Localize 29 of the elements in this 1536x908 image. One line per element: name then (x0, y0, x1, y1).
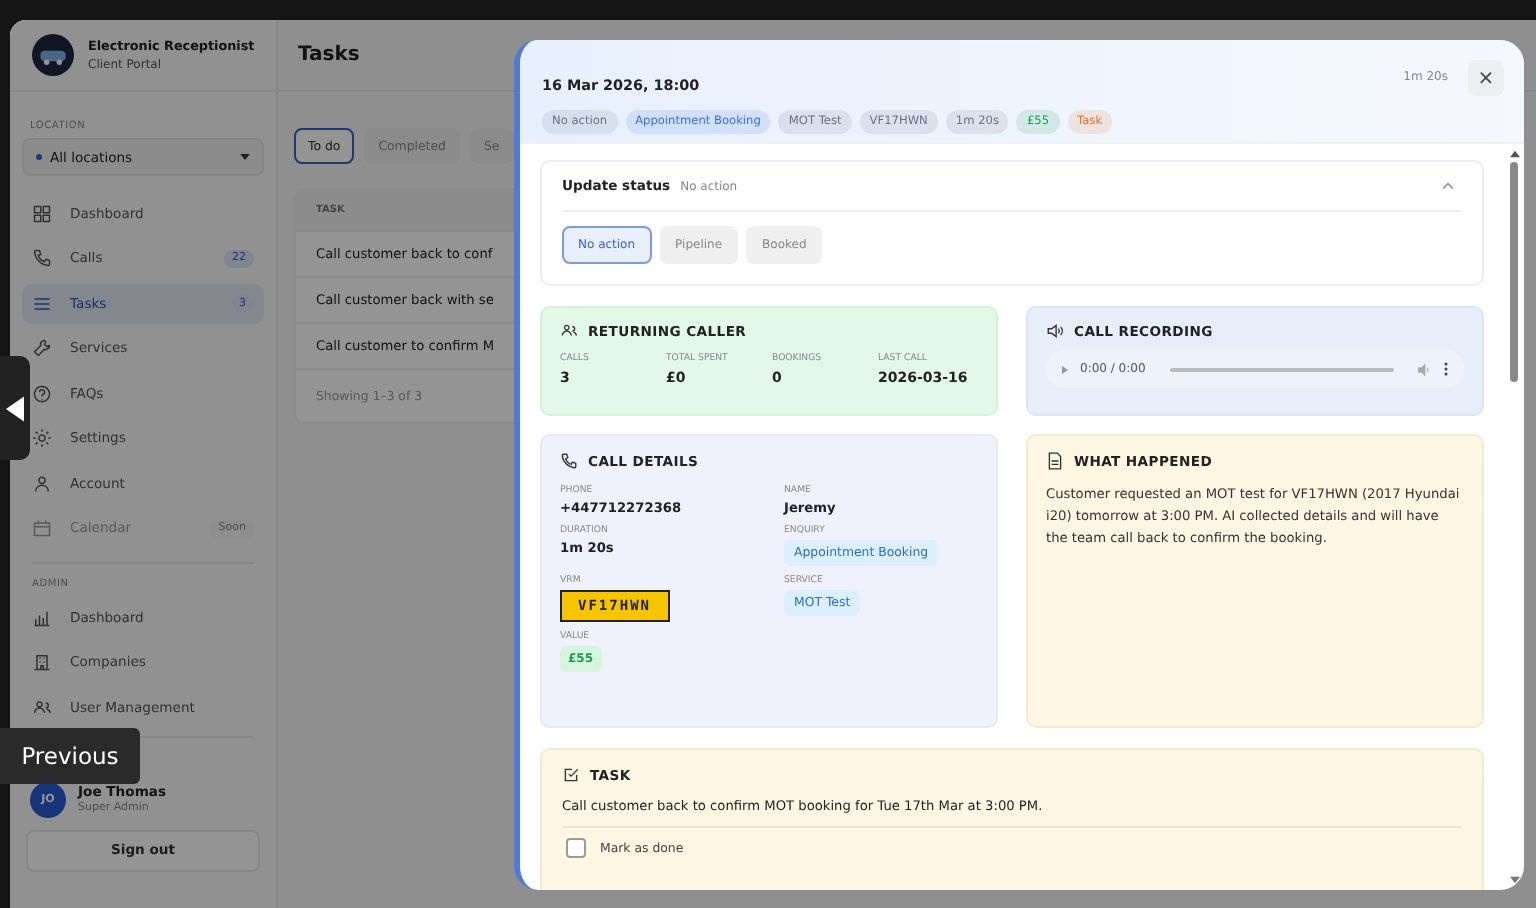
checkbox[interactable] (566, 838, 586, 858)
page-title: Tasks (298, 44, 360, 66)
volume-icon[interactable] (1418, 363, 1432, 375)
question-icon (32, 383, 52, 404)
grid-icon (32, 203, 52, 224)
previous-button[interactable] (0, 356, 30, 460)
people-icon (560, 322, 578, 340)
scroll-down-icon[interactable] (1509, 876, 1519, 884)
gear-icon (32, 428, 52, 449)
calendar-icon (32, 518, 52, 539)
wrench-icon (32, 338, 52, 359)
people-icon (32, 697, 52, 718)
phone-icon (560, 452, 578, 470)
bar-chart-icon (32, 607, 52, 628)
caret-icon (240, 154, 250, 160)
person-icon (32, 473, 52, 494)
phone-icon (32, 248, 52, 269)
chevron-icon[interactable] (1442, 182, 1454, 190)
building-icon (32, 652, 52, 673)
list-icon (32, 293, 52, 314)
close-button[interactable]: × (1468, 60, 1504, 96)
speaker-icon (1046, 322, 1064, 340)
triangle-left-icon (6, 395, 24, 421)
tooltip: Previous (0, 728, 140, 784)
scroll-up-icon[interactable] (1509, 150, 1519, 158)
document-icon (1046, 452, 1064, 470)
logo-icon (32, 34, 74, 76)
play-icon[interactable] (1062, 365, 1068, 373)
checkbox-pen-icon (562, 766, 580, 784)
